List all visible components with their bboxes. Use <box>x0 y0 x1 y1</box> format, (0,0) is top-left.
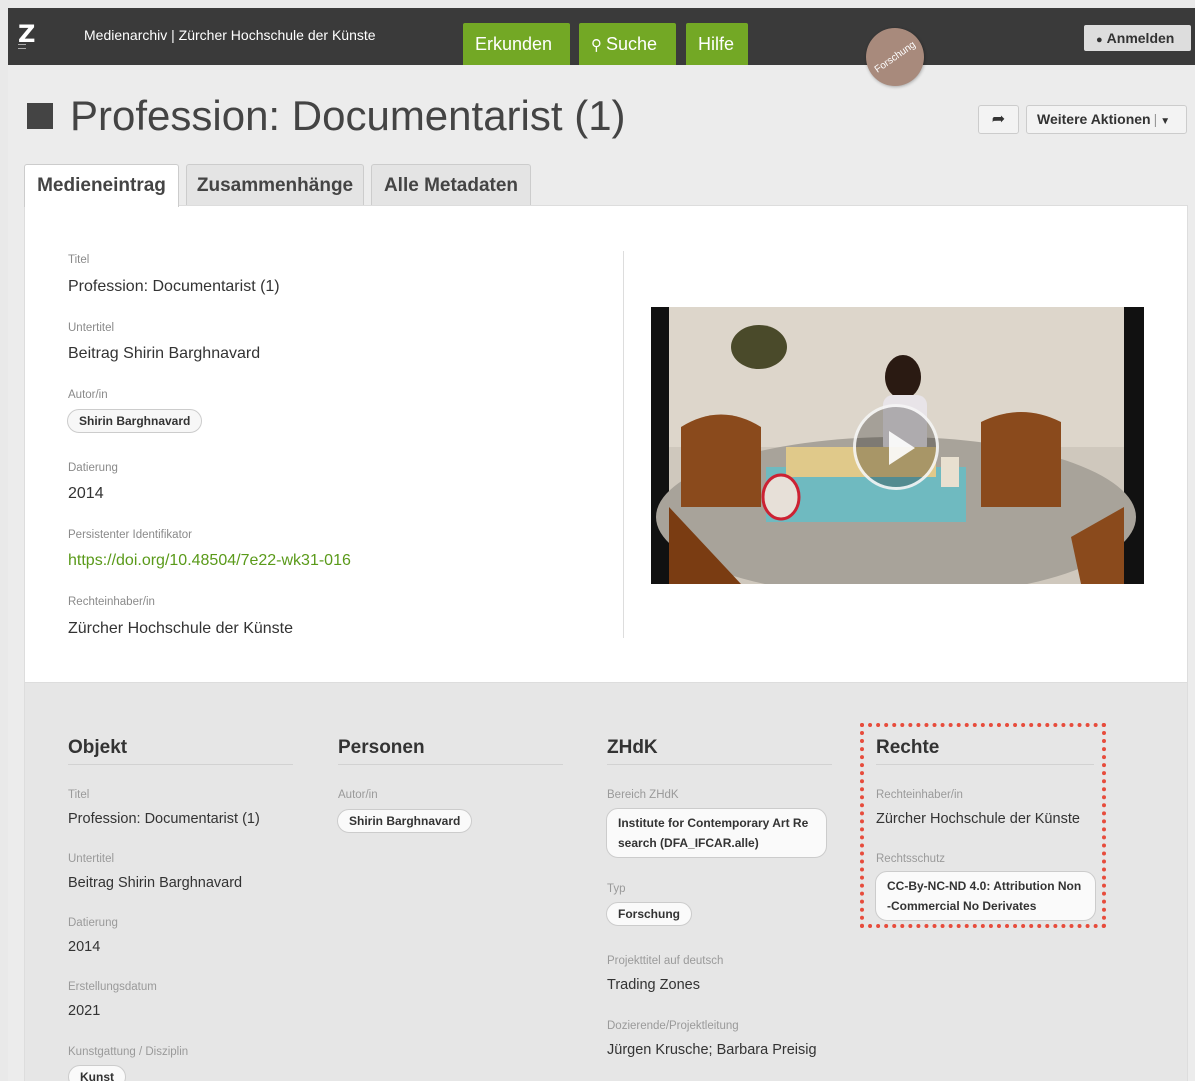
zhdk-divider <box>607 764 832 765</box>
app-frame: Z Medienarchiv | Zürcher Hochschule der … <box>8 8 1195 1081</box>
caret-down-icon: ▼ <box>1160 116 1171 127</box>
logo-lines-icon <box>18 44 26 52</box>
share-button[interactable]: ➦ <box>978 105 1019 134</box>
zhdk-area-line2: search (DFA_IFCAR.alle) <box>618 836 759 850</box>
share-icon: ➦ <box>991 111 1006 128</box>
objekt-genre-label: Kunstgattung / Disziplin <box>68 1046 189 1058</box>
user-icon: ● <box>1096 34 1103 46</box>
pid-link[interactable]: https://doi.org/10.48504/7e22-wk31-016 <box>68 552 351 570</box>
vertical-divider <box>623 251 624 638</box>
zhdk-area-tag[interactable]: Institute for Contemporary Art Re search… <box>606 808 827 858</box>
login-label: Anmelden <box>1106 30 1175 46</box>
more-actions-label: Weitere Aktionen <box>1037 111 1151 127</box>
title-value: Profession: Documentarist (1) <box>68 278 280 295</box>
personen-author-label: Autor/in <box>338 789 378 801</box>
nav-explore-button[interactable]: Erkunden <box>463 23 570 65</box>
objekt-title-label: Titel <box>68 789 90 801</box>
zhdk-project-label: Projekttitel auf deutsch <box>607 955 724 967</box>
objekt-created-value: 2021 <box>68 1003 101 1019</box>
zhdk-lead-label: Dozierende/Projektleitung <box>607 1020 739 1032</box>
zhdk-project-value: Trading Zones <box>607 977 700 993</box>
zhdk-type-label: Typ <box>607 883 626 895</box>
zhdk-lead-value: Jürgen Krusche; Barbara Preisig <box>607 1042 817 1058</box>
zhdk-area-label: Bereich ZHdK <box>607 789 679 801</box>
nav-search-label: Suche <box>606 34 658 54</box>
video-player[interactable] <box>651 307 1144 584</box>
more-actions-button[interactable]: Weitere Aktionen | ▼ <box>1026 105 1187 134</box>
author-label: Autor/in <box>68 389 108 401</box>
subtitle-value: Beitrag Shirin Barghnavard <box>68 345 261 362</box>
top-navbar: Z Medienarchiv | Zürcher Hochschule der … <box>8 8 1195 65</box>
zhdk-heading: ZHdK <box>607 737 658 758</box>
rights-holder-label: Rechteinhaber/in <box>68 596 155 608</box>
title-label: Titel <box>68 254 90 266</box>
objekt-date-label: Datierung <box>68 917 118 929</box>
nav-help-button[interactable]: Hilfe <box>686 23 748 65</box>
author-tag[interactable]: Shirin Barghnavard <box>67 409 203 433</box>
divider: | <box>1153 111 1158 127</box>
objekt-date-value: 2014 <box>68 939 101 955</box>
tab-relations[interactable]: Zusammenhänge <box>186 164 364 206</box>
personen-heading: Personen <box>338 737 425 758</box>
site-title[interactable]: Medienarchiv | Zürcher Hochschule der Kü… <box>84 27 376 43</box>
pid-label: Persistenter Identifikator <box>68 529 193 541</box>
date-label: Datierung <box>68 462 118 474</box>
personen-divider <box>338 764 563 765</box>
zhdk-area-line1: Institute for Contemporary Art Re <box>618 816 809 830</box>
page-title: Profession: Documentarist (1) <box>70 92 626 139</box>
subtitle-label: Untertitel <box>68 322 115 334</box>
rights-holder-value: Zürcher Hochschule der Künste <box>68 620 293 637</box>
tab-media-entry[interactable]: Medieneintrag <box>24 164 179 207</box>
media-entry-icon <box>27 103 53 129</box>
login-button[interactable]: ● Anmelden <box>1084 25 1191 51</box>
objekt-created-label: Erstellungsdatum <box>68 981 157 993</box>
search-icon: ⚲ <box>591 37 602 54</box>
objekt-title-value: Profession: Documentarist (1) <box>68 811 260 827</box>
objekt-genre-tag[interactable]: Kunst <box>68 1065 126 1081</box>
objekt-divider <box>68 764 293 765</box>
objekt-heading: Objekt <box>68 737 128 758</box>
tab-all-metadata[interactable]: Alle Metadaten <box>371 164 531 206</box>
personen-author-tag[interactable]: Shirin Barghnavard <box>337 809 473 833</box>
play-icon[interactable] <box>853 404 939 490</box>
date-value: 2014 <box>68 485 104 502</box>
objekt-subtitle-value: Beitrag Shirin Barghnavard <box>68 875 243 891</box>
nav-search-button[interactable]: ⚲ Suche <box>579 23 676 65</box>
zhdk-type-tag[interactable]: Forschung <box>606 902 692 926</box>
objekt-subtitle-label: Untertitel <box>68 853 115 865</box>
rights-highlight-box <box>860 723 1106 928</box>
